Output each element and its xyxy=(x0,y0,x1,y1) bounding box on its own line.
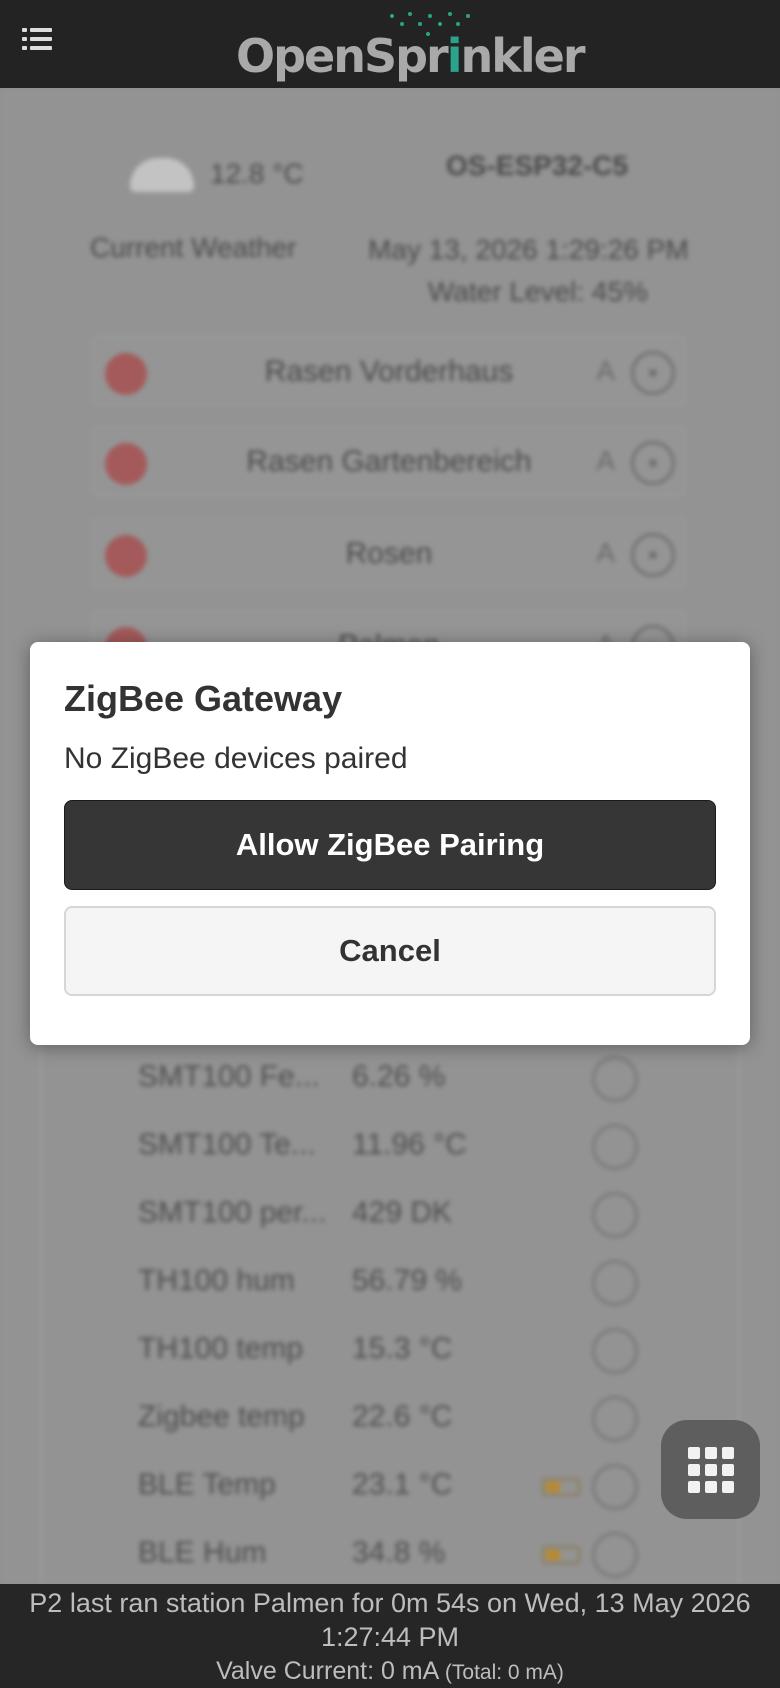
weather-cloud-icon xyxy=(130,158,194,192)
last-run-status: P2 last ran station Palmen for 0m 54s on… xyxy=(29,1588,751,1652)
station-row[interactable]: Rasen Vorderhaus A xyxy=(92,336,686,406)
sensor-circle-icon[interactable] xyxy=(592,1056,638,1102)
device-datetime: May 13, 2026 1:29:26 PM xyxy=(368,234,689,265)
station-mode: A xyxy=(596,445,615,476)
sensor-row: SMT100 Fe... 6.26 % xyxy=(42,1048,742,1108)
sensor-row: SMT100 per... 429 DK xyxy=(42,1184,742,1244)
temperature-readout: 12.8 °C xyxy=(210,158,304,189)
weather-link[interactable]: Current Weather xyxy=(90,232,296,264)
sensor-circle-icon[interactable] xyxy=(592,1260,638,1306)
battery-icon xyxy=(542,1478,580,1496)
sensor-circle-icon[interactable] xyxy=(592,1192,638,1238)
sensor-circle-icon[interactable] xyxy=(592,1464,638,1510)
valve-current-status: Valve Current: 0 mA (Total: 0 mA) xyxy=(216,1657,564,1685)
battery-icon xyxy=(542,1546,580,1564)
app-header: OpenSprinkler xyxy=(0,0,780,88)
sensor-row: TH100 hum 56.79 % xyxy=(42,1252,742,1312)
sensor-name: Zigbee temp xyxy=(138,1400,305,1433)
sensor-row: Zigbee temp 22.6 °C xyxy=(42,1388,742,1448)
sensor-circle-icon[interactable] xyxy=(592,1396,638,1442)
sensor-name: BLE Hum xyxy=(138,1536,267,1569)
water-level: Water Level: 45% xyxy=(428,276,648,307)
device-name: OS-ESP32-C5 xyxy=(446,150,629,181)
apps-grid-button[interactable] xyxy=(661,1420,760,1519)
sensor-circle-icon[interactable] xyxy=(592,1328,638,1374)
sensor-name: TH100 temp xyxy=(138,1332,304,1365)
dialog-title: ZigBee Gateway xyxy=(64,678,343,719)
sensor-value: 6.26 % xyxy=(352,1060,446,1093)
openSprinkler-logo: OpenSprinkler xyxy=(236,29,586,83)
sensor-name: SMT100 per... xyxy=(138,1196,327,1229)
dialog-message: No ZigBee devices paired xyxy=(64,742,408,775)
sensor-value: 22.6 °C xyxy=(352,1400,453,1433)
list-menu-icon[interactable] xyxy=(22,26,52,52)
station-run-icon[interactable] xyxy=(631,351,675,395)
station-row[interactable]: Rasen Gartenbereich A xyxy=(92,426,686,496)
zigbee-gateway-dialog: ZigBee Gateway No ZigBee devices paired … xyxy=(30,642,750,1045)
status-footer: P2 last ran station Palmen for 0m 54s on… xyxy=(0,1584,780,1688)
station-mode: A xyxy=(596,355,615,386)
sensor-value: 56.79 % xyxy=(352,1264,463,1297)
sensor-name: TH100 hum xyxy=(138,1264,295,1297)
sensor-value: 429 DK xyxy=(352,1196,453,1229)
sensor-name: SMT100 Te... xyxy=(138,1128,316,1161)
sensor-circle-icon[interactable] xyxy=(592,1532,638,1578)
station-run-icon[interactable] xyxy=(631,533,675,577)
sensor-name: SMT100 Fe... xyxy=(138,1060,320,1093)
station-mode: A xyxy=(596,537,615,568)
sensor-value: 15.3 °C xyxy=(352,1332,453,1365)
allow-zigbee-pairing-button[interactable]: Allow ZigBee Pairing xyxy=(64,800,716,890)
sensor-name: BLE Temp xyxy=(138,1468,276,1501)
sensor-row: BLE Hum 34.8 % xyxy=(42,1524,742,1584)
sensor-row: SMT100 Te... 11.96 °C xyxy=(42,1116,742,1176)
sensor-value: 34.8 % xyxy=(352,1536,446,1569)
sensor-panel: SMT100 Fe... 6.26 % SMT100 Te... 11.96 °… xyxy=(40,1048,740,1584)
station-run-icon[interactable] xyxy=(631,441,675,485)
sensor-value: 11.96 °C xyxy=(352,1128,467,1161)
sensor-row: TH100 temp 15.3 °C xyxy=(42,1320,742,1380)
sensor-row: BLE Temp 23.1 °C xyxy=(42,1456,742,1516)
sensor-circle-icon[interactable] xyxy=(592,1124,638,1170)
sensor-value: 23.1 °C xyxy=(352,1468,453,1501)
station-row[interactable]: Rosen A xyxy=(92,518,686,588)
cancel-button[interactable]: Cancel xyxy=(64,906,716,996)
